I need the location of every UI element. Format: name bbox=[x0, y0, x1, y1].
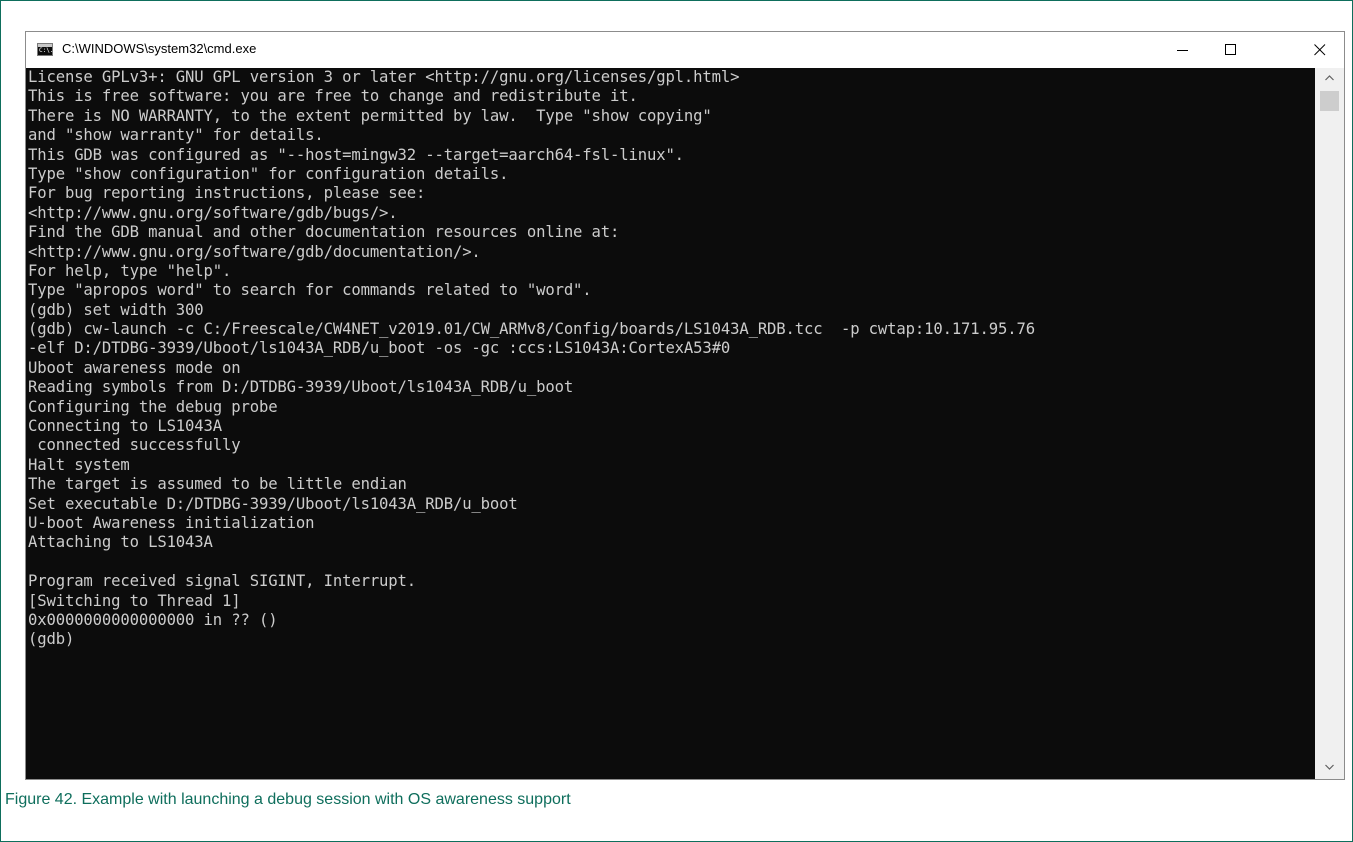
scroll-thumb[interactable] bbox=[1320, 91, 1339, 111]
console-line: Uboot awareness mode on bbox=[28, 358, 241, 377]
scroll-up-button[interactable] bbox=[1315, 68, 1344, 90]
close-button[interactable] bbox=[1297, 32, 1343, 68]
console-line: Program received signal SIGINT, Interrup… bbox=[28, 572, 417, 591]
scroll-down-button[interactable] bbox=[1315, 757, 1344, 779]
console-line: -elf D:/DTDBG-3939/Uboot/ls1043A_RDB/u_b… bbox=[28, 339, 731, 358]
console-line: (gdb) set width 300 bbox=[28, 300, 204, 319]
console-line: Set executable D:/DTDBG-3939/Uboot/ls104… bbox=[28, 494, 518, 513]
close-icon bbox=[1314, 44, 1326, 56]
figure-frame: C:\. C:\WINDOWS\system32\cmd.exe License… bbox=[0, 0, 1353, 842]
console-lines: License GPLv3+: GNU GPL version 3 or lat… bbox=[28, 68, 1035, 650]
console-line: 0x0000000000000000 in ?? () bbox=[28, 610, 278, 629]
console-line: For bug reporting instructions, please s… bbox=[28, 184, 426, 203]
maximize-icon bbox=[1225, 44, 1236, 55]
console-line: [Switching to Thread 1] bbox=[28, 591, 241, 610]
console-line: <http://www.gnu.org/software/gdb/bugs/>. bbox=[28, 203, 398, 222]
console-line: connected successfully bbox=[28, 436, 241, 455]
console-line: Configuring the debug probe bbox=[28, 397, 278, 416]
chevron-down-icon bbox=[1325, 764, 1334, 770]
cmd-app-icon-text: C:\. bbox=[39, 47, 54, 54]
cmd-window: C:\. C:\WINDOWS\system32\cmd.exe License… bbox=[25, 31, 1345, 780]
cmd-app-icon[interactable]: C:\. bbox=[37, 43, 53, 56]
window-title: C:\WINDOWS\system32\cmd.exe bbox=[62, 41, 257, 56]
minimize-icon bbox=[1177, 50, 1188, 51]
maximize-button[interactable] bbox=[1208, 32, 1254, 68]
console-output[interactable]: License GPLv3+: GNU GPL version 3 or lat… bbox=[26, 68, 1315, 779]
chevron-up-icon bbox=[1325, 75, 1334, 81]
console-line: Attaching to LS1043A bbox=[28, 533, 213, 552]
console-line: (gdb) cw-launch -c C:/Freescale/CW4NET_v… bbox=[28, 320, 1035, 339]
console-line: The target is assumed to be little endia… bbox=[28, 475, 407, 494]
console-line: This is free software: you are free to c… bbox=[28, 87, 638, 106]
console-line: Find the GDB manual and other documentat… bbox=[28, 223, 620, 242]
console-line: Halt system bbox=[28, 455, 130, 474]
console-line: License GPLv3+: GNU GPL version 3 or lat… bbox=[28, 68, 740, 86]
console-line: Type "show configuration" for configurat… bbox=[28, 164, 509, 183]
minimize-button[interactable] bbox=[1160, 32, 1206, 68]
vertical-scrollbar[interactable] bbox=[1315, 68, 1344, 779]
console-line: U-boot Awareness initialization bbox=[28, 513, 315, 532]
title-bar[interactable]: C:\. C:\WINDOWS\system32\cmd.exe bbox=[26, 32, 1344, 68]
console-line: (gdb) bbox=[28, 630, 75, 649]
console-line: <http://www.gnu.org/software/gdb/documen… bbox=[28, 242, 481, 261]
console-line: Connecting to LS1043A bbox=[28, 417, 223, 436]
console-line: Type "apropos word" to search for comman… bbox=[28, 281, 592, 300]
console-line: and "show warranty" for details. bbox=[28, 126, 324, 145]
figure-caption: Figure 42. Example with launching a debu… bbox=[5, 791, 571, 808]
console-line: Reading symbols from D:/DTDBG-3939/Uboot… bbox=[28, 378, 574, 397]
console-line: There is NO WARRANTY, to the extent perm… bbox=[28, 106, 712, 125]
console-line: For help, type "help". bbox=[28, 261, 232, 280]
console-line: This GDB was configured as "--host=mingw… bbox=[28, 145, 684, 164]
